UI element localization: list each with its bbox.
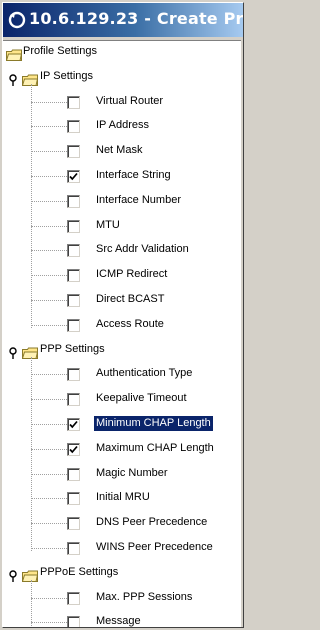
checkbox[interactable] [67, 467, 80, 481]
tree-connector [31, 548, 67, 549]
checkbox[interactable] [67, 95, 80, 109]
tree-connector [31, 374, 67, 376]
tree-item-label: DNS Peer Precedence [96, 516, 208, 529]
tree-connector [31, 424, 67, 425]
checkbox[interactable] [67, 294, 80, 307]
checkbox[interactable] [67, 244, 80, 258]
tree-item-label: Magic Number [96, 466, 168, 479]
checkbox[interactable] [67, 492, 80, 506]
profile-settings-tree[interactable]: Profile Settings IP Settings Virtual Route… [3, 40, 241, 627]
checkbox[interactable] [67, 418, 80, 431]
tree-connector [31, 101, 67, 103]
tree-item-label: MTU [96, 218, 120, 231]
checkbox[interactable] [67, 219, 80, 233]
tree-item-label: Virtual Router [96, 94, 164, 107]
tree-item-interface-number[interactable]: Interface Number [3, 193, 241, 212]
tree-item-label: Direct BCAST [96, 293, 165, 305]
tree-item-label: Keepalive Timeout [96, 392, 187, 405]
pin-icon[interactable] [8, 567, 18, 582]
checkbox[interactable] [67, 269, 80, 283]
tree-item-label: Max. PPP Sessions [96, 590, 193, 603]
tree-node-label: IP Settings [40, 69, 93, 82]
checkbox[interactable] [67, 442, 80, 456]
tree-item-virtual-router[interactable]: Virtual Router [3, 94, 241, 113]
tree-connector [31, 399, 67, 401]
pin-icon[interactable] [8, 344, 18, 359]
tree-connector [31, 448, 67, 450]
tree-item-wins-peer-precedence[interactable]: WINS Peer Precedence [3, 540, 241, 559]
tree-connector [31, 225, 67, 227]
tree-item-magic-number[interactable]: Magic Number [3, 466, 241, 485]
tree-item-message[interactable]: Message [3, 614, 241, 627]
tree-item-icmp-redirect[interactable]: ICMP Redirect [3, 267, 241, 286]
checkbox[interactable] [67, 170, 80, 183]
tree-item-direct-bcast[interactable]: Direct BCAST [3, 292, 241, 311]
checkbox[interactable] [67, 393, 80, 407]
tree-connector [31, 275, 67, 277]
folder-open-icon [21, 71, 39, 86]
tree-connector [31, 151, 67, 153]
tree-item-label: Src Addr Validation [96, 243, 189, 256]
tree-connector [31, 473, 67, 475]
tree-connector [31, 126, 67, 128]
tree-item-label: Authentication Type [96, 367, 193, 380]
tree-item-authentication-type[interactable]: Authentication Type [3, 366, 241, 385]
tree-connector [31, 324, 67, 326]
tree-item-access-route[interactable]: Access Route [3, 317, 241, 336]
folder-open-icon [5, 46, 23, 61]
tree-item-label: Maximum CHAP Length [96, 441, 214, 454]
tree-connector [31, 622, 67, 624]
tree-item-label: Interface String [96, 169, 171, 181]
tree-item-mtu[interactable]: MTU [3, 218, 241, 237]
tree-node-ppp-settings[interactable]: PPP Settings [3, 342, 241, 361]
checkbox[interactable] [67, 318, 80, 332]
tree-item-max-ppp-sessions[interactable]: Max. PPP Sessions [3, 590, 241, 609]
checkbox[interactable] [67, 616, 80, 627]
window-title: 10.6.129.23 - Create Pro [29, 9, 243, 28]
tree-item-label: WINS Peer Precedence [96, 541, 213, 553]
folder-open-icon [21, 567, 39, 582]
tree-node-label: PPP Settings [40, 342, 105, 355]
title-bar[interactable]: 10.6.129.23 - Create Pro [3, 3, 243, 37]
pin-icon[interactable] [8, 71, 18, 86]
tree-connector [31, 523, 67, 525]
checkbox[interactable] [67, 194, 80, 208]
circle-arrow-icon [8, 11, 26, 29]
folder-open-icon [21, 344, 39, 359]
tree-connector [31, 498, 67, 500]
tree-item-label: Message [96, 615, 141, 627]
tree-item-interface-string[interactable]: Interface String [3, 168, 241, 187]
tree-item-maximum-chap-length[interactable]: Maximum CHAP Length [3, 441, 241, 460]
tree-item-label: Minimum CHAP Length [94, 416, 213, 431]
tree-connector [31, 597, 67, 599]
checkbox[interactable] [67, 368, 80, 382]
tree-connector [31, 200, 67, 202]
tree-item-label: Interface Number [96, 193, 181, 206]
tree-connector [31, 250, 67, 252]
checkbox[interactable] [67, 517, 80, 531]
checkbox[interactable] [67, 145, 80, 159]
tree-item-dns-peer-precedence[interactable]: DNS Peer Precedence [3, 515, 241, 534]
tree-item-minimum-chap-length[interactable]: Minimum CHAP Length [3, 416, 241, 435]
checkbox[interactable] [67, 542, 80, 555]
tree-item-ip-address[interactable]: IP Address [3, 118, 241, 137]
tree-item-keepalive-timeout[interactable]: Keepalive Timeout [3, 391, 241, 410]
tree-item-src-addr-validation[interactable]: Src Addr Validation [3, 242, 241, 261]
tree-item-net-mask[interactable]: Net Mask [3, 143, 241, 162]
tree-item-label: Net Mask [96, 144, 143, 157]
tree-item-label: ICMP Redirect [96, 268, 168, 281]
checkbox[interactable] [67, 120, 80, 134]
checkbox[interactable] [67, 591, 80, 605]
tree-item-label: Initial MRU [96, 491, 150, 504]
tree-item-label: IP Address [96, 119, 149, 132]
tree-node-profile-settings[interactable]: Profile Settings [3, 44, 241, 63]
tree-node-ip-settings[interactable]: IP Settings [3, 69, 241, 88]
tree-connector [31, 176, 67, 177]
tree-node-pppoe-settings[interactable]: PPPoE Settings [3, 565, 241, 584]
tree-item-label: Access Route [96, 317, 164, 330]
tree-connector [31, 300, 67, 301]
tree-item-initial-mru[interactable]: Initial MRU [3, 490, 241, 509]
tree-node-label: Profile Settings [23, 45, 97, 57]
tree-node-label: PPPoE Settings [40, 565, 119, 578]
